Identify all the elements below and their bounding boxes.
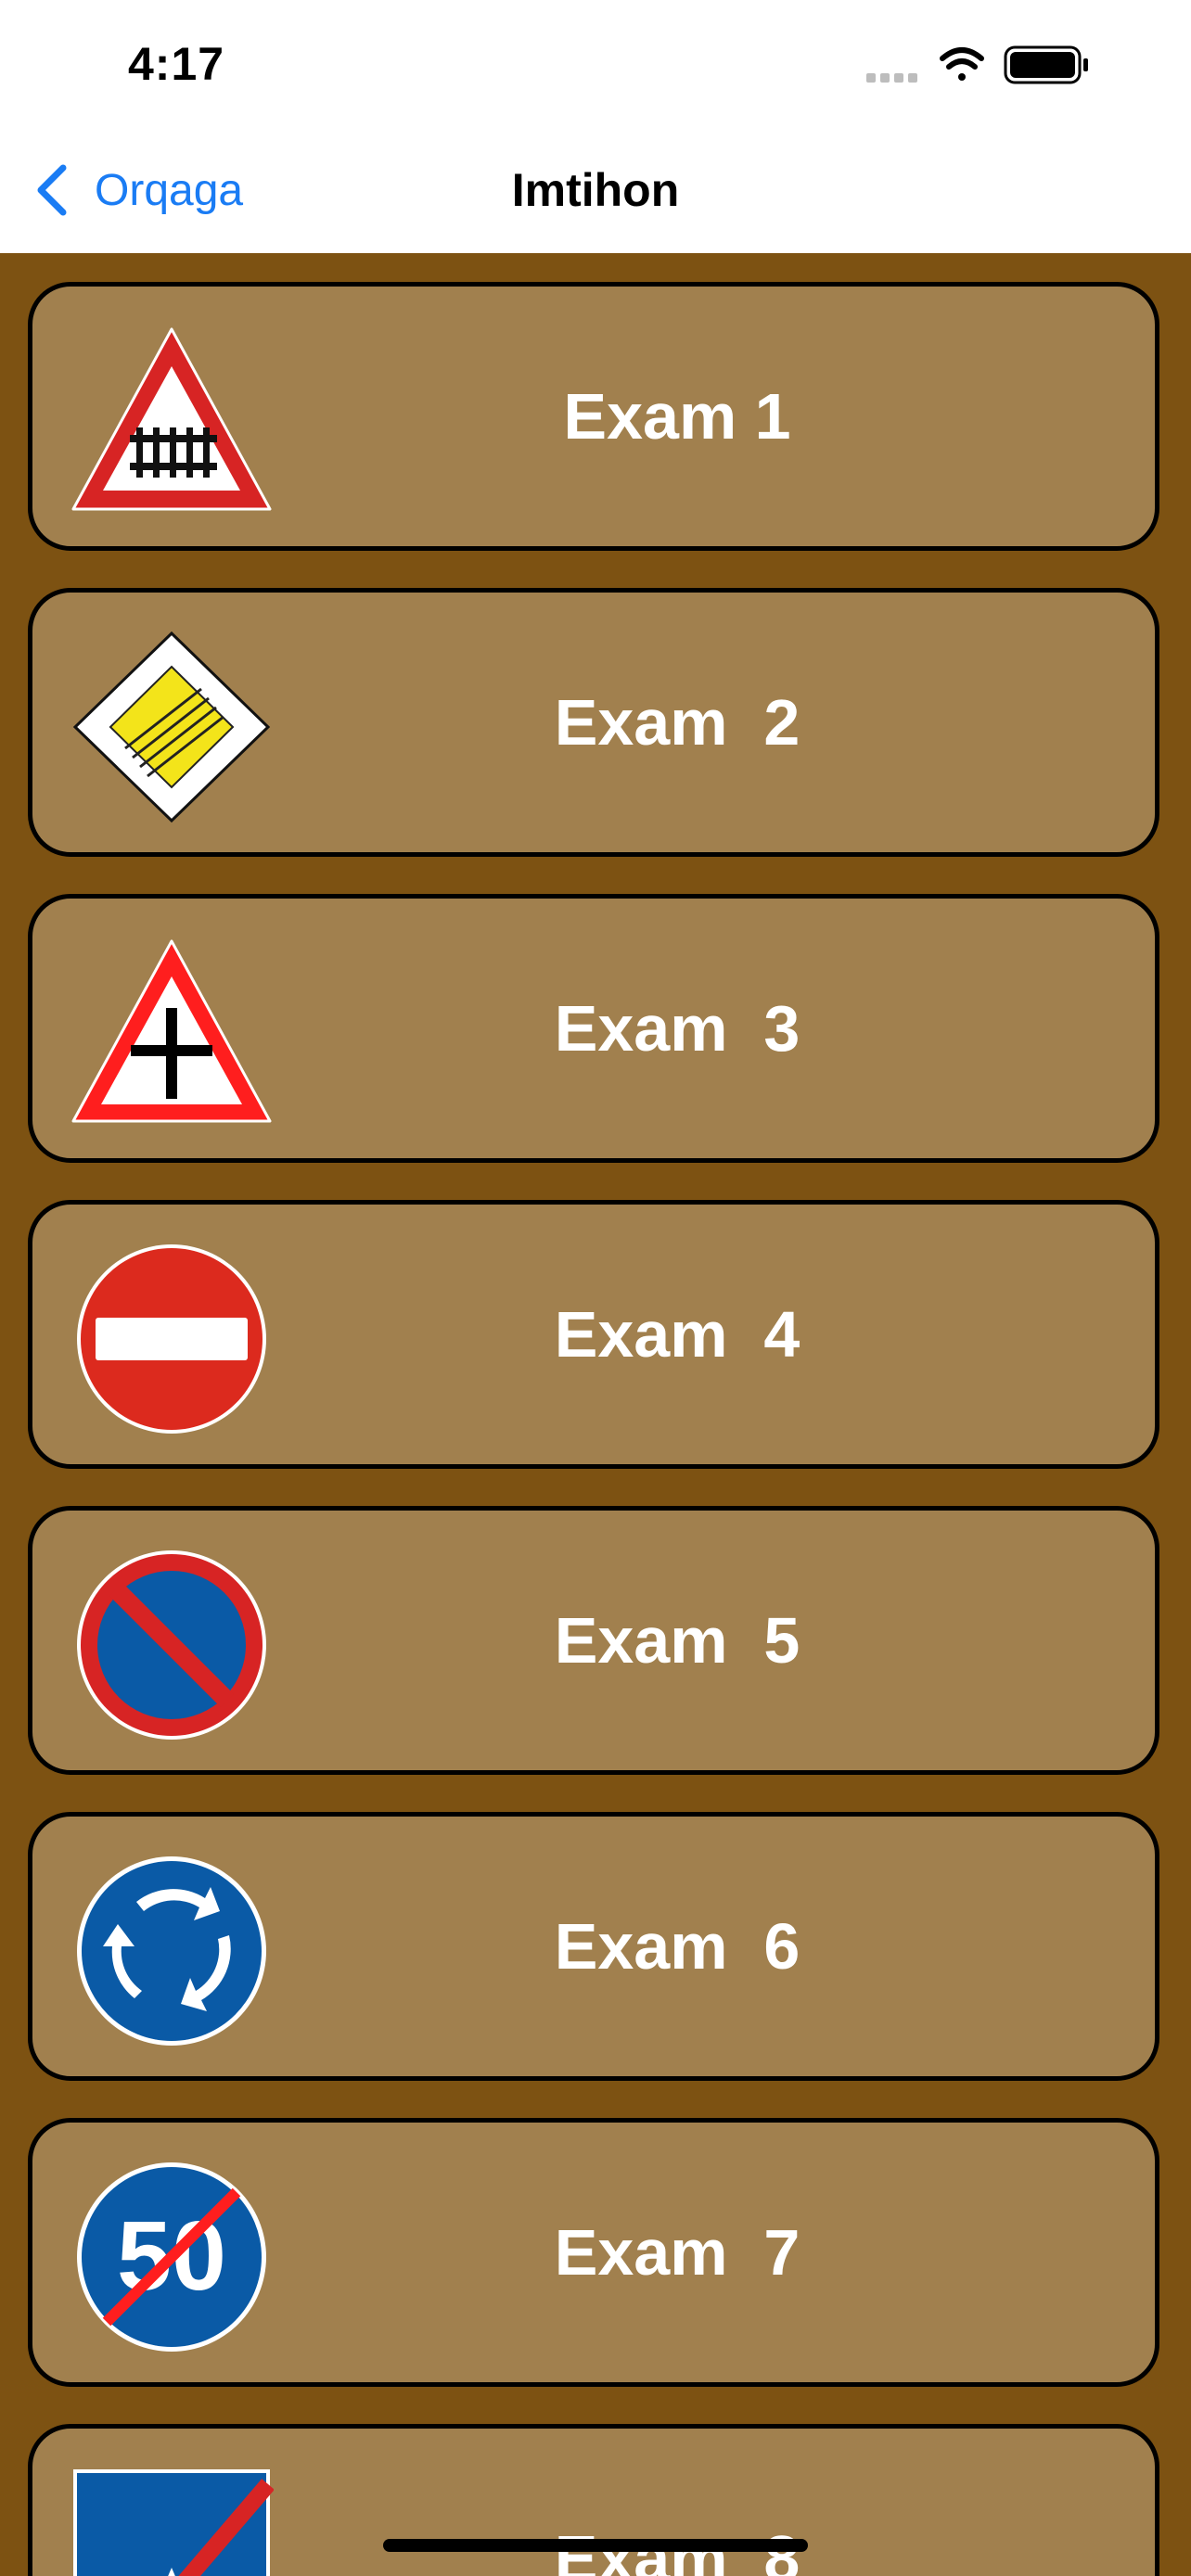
exam-card-1[interactable]: Exam 1 <box>28 282 1159 551</box>
end-of-minimum-speed-50-sign-icon: 50 <box>70 2160 274 2354</box>
navigation-bar: Orqaga Imtihon <box>0 130 1191 253</box>
exam-label: Exam 7 <box>554 2216 800 2289</box>
exam-label: Exam 1 <box>563 380 791 453</box>
end-of-lane-sign-icon <box>70 2466 275 2576</box>
status-icons <box>857 42 1135 88</box>
home-indicator[interactable] <box>383 2539 808 2552</box>
exam-label: Exam 4 <box>554 1298 800 1371</box>
exam-label: Exam 5 <box>554 1604 800 1677</box>
exam-card-5[interactable]: Exam 5 <box>28 1506 1159 1775</box>
roundabout-sign-icon <box>70 1854 274 2048</box>
exam-card-3[interactable]: Exam 3 <box>28 894 1159 1163</box>
status-bar: 4:17 <box>0 0 1191 130</box>
page-title: Imtihon <box>511 164 680 216</box>
exam-label: Exam 3 <box>554 992 800 1065</box>
cellular-signal-icon <box>866 73 917 83</box>
exam-card-8[interactable]: Exam 8 <box>28 2424 1159 2576</box>
status-time: 4:17 <box>128 38 225 90</box>
battery-icon <box>1004 45 1088 84</box>
no-parking-sign-icon <box>70 1548 274 1742</box>
wifi-icon <box>940 47 984 81</box>
end-of-priority-road-sign-icon <box>70 630 274 824</box>
no-entry-sign-icon <box>70 1242 274 1436</box>
exam-label: Exam 2 <box>554 686 800 759</box>
exam-label: Exam 8 <box>311 2429 1155 2576</box>
exam-card-7[interactable]: 50 Exam 7 <box>28 2118 1159 2387</box>
exam-card-4[interactable]: Exam 4 <box>28 1200 1159 1469</box>
crossroad-warning-sign-icon <box>70 936 274 1130</box>
railroad-crossing-sign-icon <box>70 324 274 518</box>
exam-label: Exam 6 <box>554 1910 800 1983</box>
exam-card-6[interactable]: Exam 6 <box>28 1812 1159 2081</box>
exam-list: Exam 1 Exam 2 Exam 3 Exam 4 Exam 5 Exam … <box>0 253 1191 2576</box>
exam-card-2[interactable]: Exam 2 <box>28 588 1159 857</box>
